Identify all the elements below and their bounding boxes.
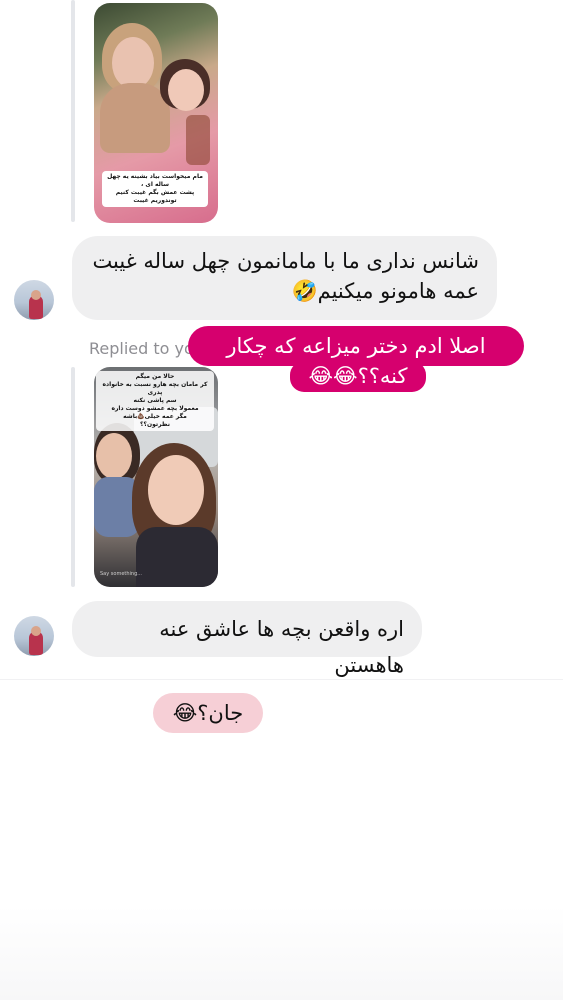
- divider: [0, 679, 563, 680]
- bottom-area: [0, 905, 563, 1000]
- person-face: [168, 69, 204, 111]
- person-face: [112, 37, 154, 89]
- message-bubble[interactable]: اره واقعن بچه ها عاشق عنه هاهستن: [72, 601, 422, 677]
- message-bubble[interactable]: شانس نداری ما با مامانمون چهل ساله غیبت …: [72, 236, 497, 320]
- person-face: [96, 433, 132, 479]
- replied-label: Replied to yo: [89, 339, 194, 358]
- person-jacket: [136, 527, 218, 587]
- text-sticker: اصلا ادم دختر میزاعه که چکار: [188, 326, 524, 366]
- story-caption: حالا من میگم کر مامان بچه هارو نسبت به خ…: [96, 371, 214, 431]
- story-reply-image[interactable]: حالا من میگم کر مامان بچه هارو نسبت به خ…: [94, 367, 218, 587]
- person-face: [148, 455, 204, 525]
- text-sticker: کنه؟؟😂😂: [290, 361, 426, 392]
- avatar[interactable]: [14, 616, 54, 656]
- person-scarf: [100, 83, 170, 153]
- avatar[interactable]: [14, 280, 54, 320]
- avatar-figure: [31, 626, 41, 636]
- avatar-figure: [31, 290, 41, 300]
- text-sticker: جان؟😂: [153, 693, 263, 733]
- story-reply-image[interactable]: مام میخواست بیاد بشینه یه چهل ساله ای ، …: [94, 3, 218, 223]
- story-watermark: Say something...: [100, 571, 143, 577]
- thread-line: [71, 0, 75, 222]
- story-caption: مام میخواست بیاد بشینه یه چهل ساله ای ، …: [102, 171, 208, 207]
- glass-shape: [186, 115, 210, 165]
- thread-line: [71, 367, 75, 587]
